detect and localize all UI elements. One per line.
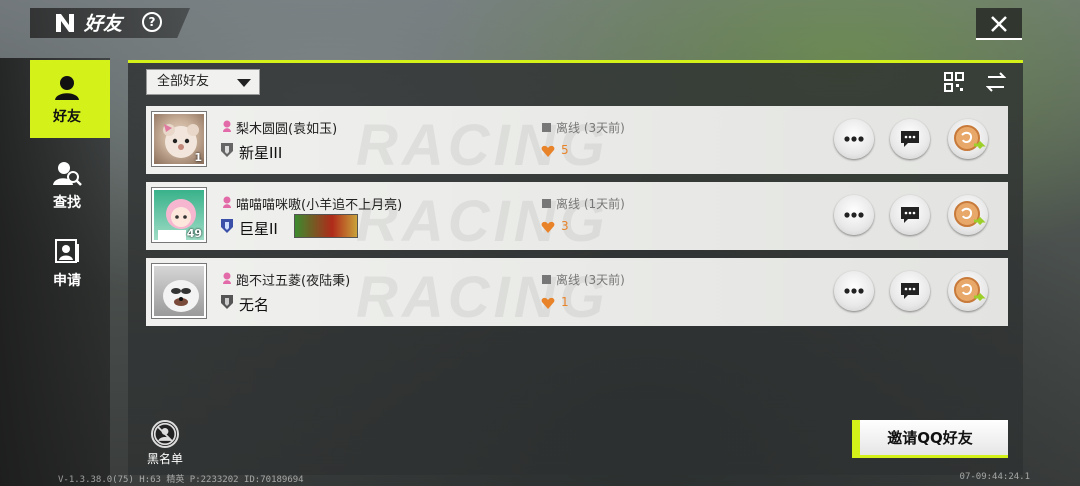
friend-status: 离线 (3天前) bbox=[556, 273, 625, 287]
invite-qq-friend-button[interactable]: 邀请QQ好友 bbox=[852, 420, 1008, 458]
nav-active-indicator bbox=[104, 60, 110, 138]
filter-selected: 全部好友 bbox=[157, 74, 210, 89]
nav-label: 好友 bbox=[53, 109, 81, 125]
person-icon bbox=[55, 76, 79, 100]
version-info: V-1.3.38.0(75) H:63 精英 P:2233202 ID:7018… bbox=[58, 475, 304, 485]
gift-coin-icon bbox=[954, 201, 986, 227]
chat-icon bbox=[901, 207, 919, 223]
close-icon bbox=[991, 16, 1007, 32]
more-dots-icon bbox=[844, 288, 864, 294]
nav-item-search[interactable]: 查找 bbox=[30, 146, 104, 224]
chat-icon bbox=[901, 283, 919, 299]
sort-icon[interactable] bbox=[986, 72, 1006, 92]
friend-filter-dropdown[interactable]: 全部好友 bbox=[146, 69, 260, 95]
gift-button[interactable] bbox=[948, 119, 988, 159]
title-badge-image bbox=[294, 214, 358, 238]
nav-label: 申请 bbox=[53, 273, 81, 289]
chat-button[interactable] bbox=[890, 271, 930, 311]
game-logo-icon bbox=[56, 14, 74, 32]
search-person-icon bbox=[53, 162, 82, 186]
avatar[interactable]: 49 bbox=[152, 188, 206, 242]
friend-row[interactable]: RACING 1 梨木圆圆(袁如玉) 新星III 离线 (3天前) 5 bbox=[146, 106, 1008, 178]
player-level: 49 bbox=[186, 227, 202, 240]
avatar[interactable]: 1 bbox=[152, 112, 206, 166]
intimacy-heart-icon bbox=[541, 221, 555, 233]
offline-icon bbox=[542, 199, 551, 208]
offline-icon bbox=[542, 275, 551, 284]
blacklist-button[interactable]: 黑名单 bbox=[140, 420, 190, 467]
more-dots-icon bbox=[844, 212, 864, 218]
friend-status: 离线 (1天前) bbox=[556, 197, 625, 211]
friend-rank: 新星III bbox=[239, 144, 283, 162]
intimacy-heart-icon bbox=[541, 145, 555, 157]
friend-name: 喵喵喵咪嗷(小羊追不上月亮) bbox=[236, 198, 403, 213]
friend-status: 离线 (3天前) bbox=[556, 121, 625, 135]
clock-info: 07-09:44:24.1 bbox=[959, 472, 1030, 482]
gift-coin-icon bbox=[954, 125, 986, 151]
panel-accent-line bbox=[128, 60, 1023, 63]
more-dots-icon bbox=[844, 136, 864, 142]
offline-icon bbox=[542, 123, 551, 132]
friend-rank: 无名 bbox=[239, 296, 270, 314]
chevron-down-icon bbox=[237, 79, 251, 87]
friend-name: 梨木圆圆(袁如玉) bbox=[236, 122, 338, 137]
gift-button[interactable] bbox=[948, 195, 988, 235]
chat-button[interactable] bbox=[890, 119, 930, 159]
friend-name: 跑不过五菱(夜陆秉) bbox=[236, 274, 351, 289]
intimacy-value: 1 bbox=[561, 295, 569, 309]
intimacy-value: 3 bbox=[561, 219, 569, 233]
female-icon bbox=[223, 272, 231, 284]
rank-shield-icon bbox=[221, 295, 233, 309]
side-nav: 好友 查找 申请 bbox=[0, 58, 110, 486]
more-button[interactable] bbox=[834, 119, 874, 159]
qr-code-icon[interactable] bbox=[944, 72, 964, 92]
friend-row[interactable]: RACING 49 喵喵喵咪嗷(小羊追不上月亮) 巨星II 离线 (1天前) 3 bbox=[146, 182, 1008, 254]
intimacy-value: 5 bbox=[561, 143, 569, 157]
gift-coin-icon bbox=[954, 277, 986, 303]
nav-item-friends[interactable]: 好友 bbox=[30, 60, 104, 138]
rank-shield-icon bbox=[221, 219, 233, 233]
avatar-dog-image bbox=[163, 280, 199, 312]
intimacy-heart-icon bbox=[541, 297, 555, 309]
more-button[interactable] bbox=[834, 195, 874, 235]
nav-item-requests[interactable]: 申请 bbox=[30, 224, 104, 302]
avatar[interactable] bbox=[152, 264, 206, 318]
request-icon bbox=[55, 239, 79, 263]
female-icon bbox=[223, 196, 231, 208]
friend-rank: 巨星II bbox=[239, 220, 278, 238]
close-button[interactable] bbox=[976, 8, 1022, 40]
rank-shield-icon bbox=[221, 143, 233, 157]
player-level: 1 bbox=[194, 151, 202, 164]
chat-button[interactable] bbox=[890, 195, 930, 235]
female-icon bbox=[223, 120, 231, 132]
friend-row[interactable]: RACING 跑不过五菱(夜陆秉) 无名 离线 (3天前) 1 bbox=[146, 258, 1008, 330]
page-title: 好友 bbox=[84, 13, 123, 35]
nav-label: 查找 bbox=[53, 195, 81, 211]
more-button[interactable] bbox=[834, 271, 874, 311]
blacklist-icon bbox=[151, 420, 179, 448]
gift-button[interactable] bbox=[948, 271, 988, 311]
blacklist-label: 黑名单 bbox=[146, 452, 183, 466]
chat-icon bbox=[901, 131, 919, 147]
help-icon[interactable]: ? bbox=[142, 12, 162, 32]
